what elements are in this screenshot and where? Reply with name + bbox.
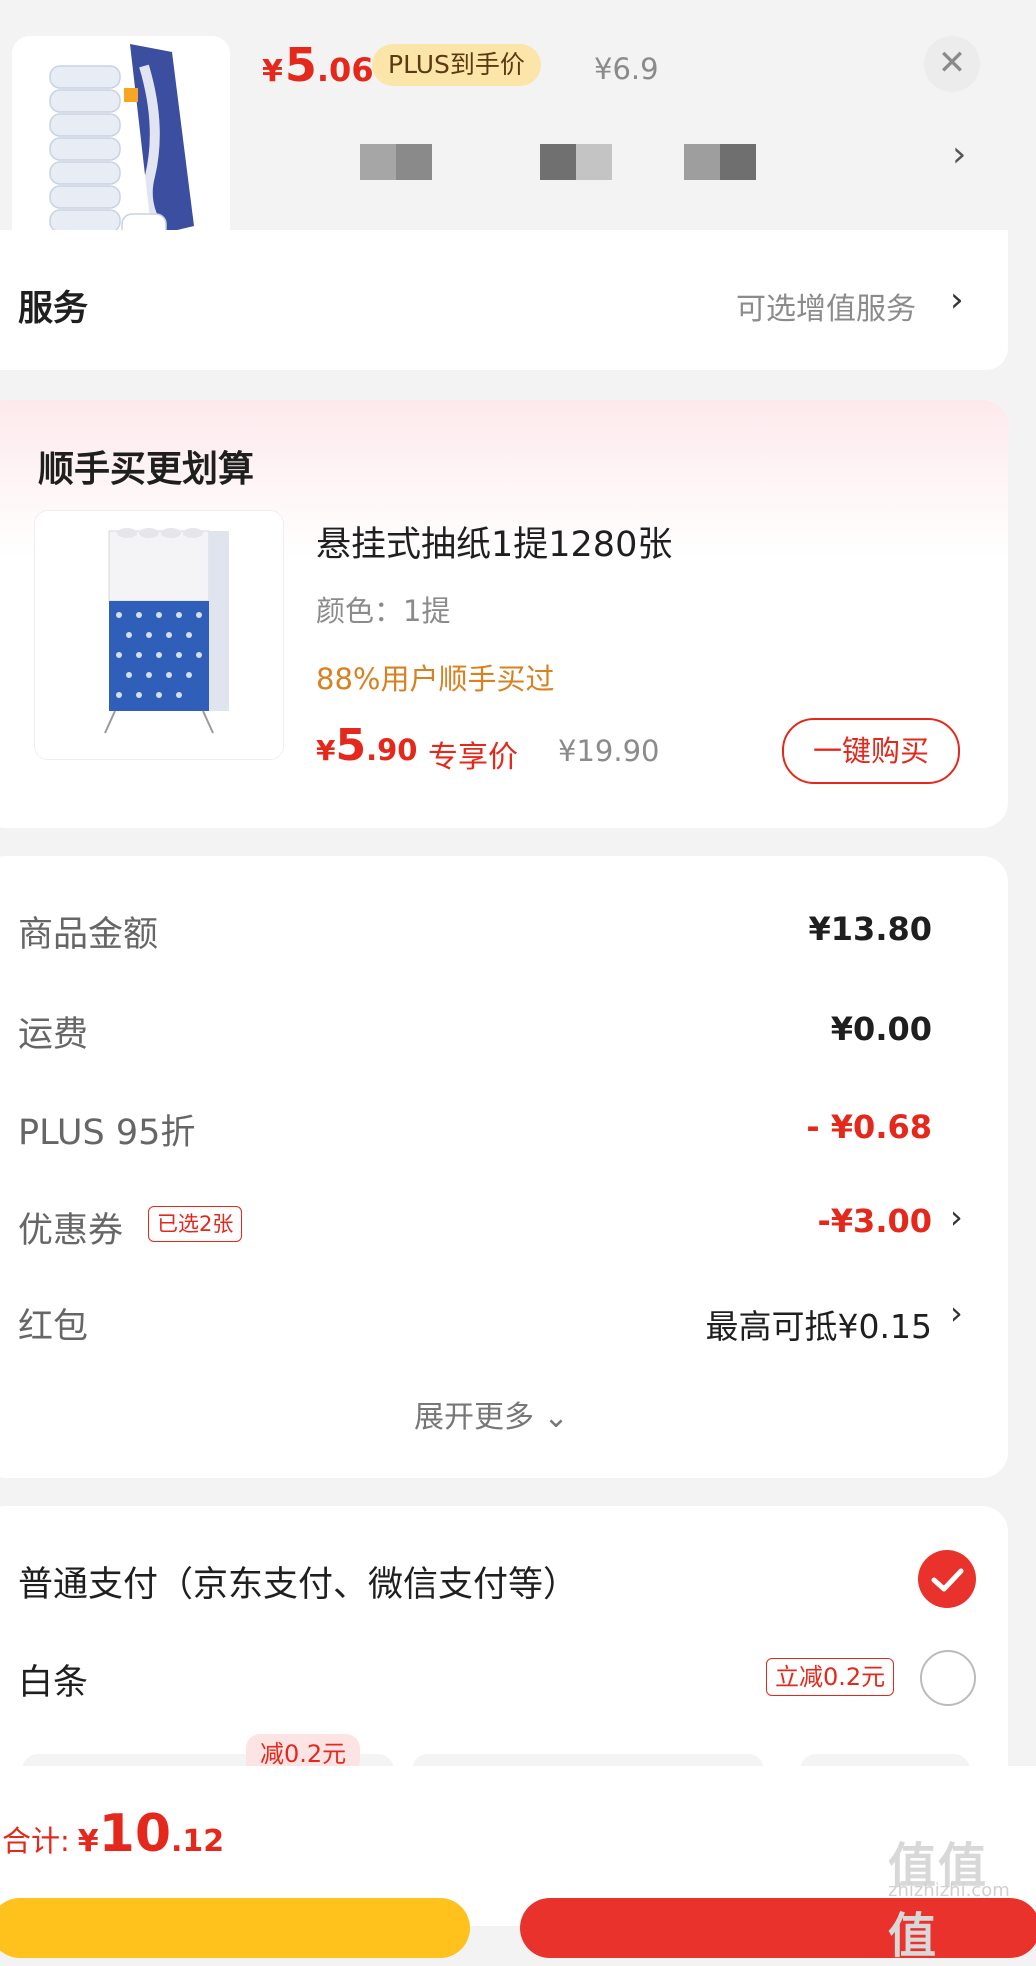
price-decimal: .90 xyxy=(366,733,418,767)
site-watermark-url: zhizhizhi.com xyxy=(888,1880,1010,1901)
total-decimal: .12 xyxy=(171,1824,225,1859)
service-label: 服务 xyxy=(18,289,89,329)
chevron-right-icon[interactable]: › xyxy=(950,1294,963,1332)
exclusive-price-label: 专享价 xyxy=(428,740,518,775)
price-decimal: .06 xyxy=(316,51,374,89)
check-icon xyxy=(931,1568,964,1592)
tissue-pack-image xyxy=(12,36,230,254)
shipping-value: ¥0.00 xyxy=(830,1010,932,1048)
total-integer: 10 xyxy=(98,1804,172,1864)
close-button[interactable]: ✕ xyxy=(924,36,980,92)
bundle-price: ¥ 5 .90 xyxy=(316,720,417,771)
currency-symbol: ¥ xyxy=(77,1824,99,1859)
close-icon: ✕ xyxy=(937,43,967,83)
bundle-tip: 88%用户顺手买过 xyxy=(316,662,555,696)
service-value[interactable]: 可选增值服务 xyxy=(736,284,916,328)
bundle-original-price: ¥19.90 xyxy=(558,734,660,768)
red-packet-value[interactable]: 最高可抵¥0.15 xyxy=(706,1300,932,1348)
order-total: 合计: ¥ 10 .12 xyxy=(2,1804,224,1864)
original-price: ¥6.9 xyxy=(594,52,659,86)
bundle-product-name[interactable]: 悬挂式抽纸1提1280张 xyxy=(316,516,672,567)
goods-amount-value: ¥13.80 xyxy=(808,910,932,948)
bundle-product-image[interactable] xyxy=(34,510,284,760)
plus-price-badge: PLUS到手价 xyxy=(372,44,541,86)
price-integer: 5 xyxy=(335,720,367,771)
baitiao-label[interactable]: 白条 xyxy=(18,1654,88,1705)
red-packet-label[interactable]: 红包 xyxy=(18,1298,88,1349)
bundle-title: 顺手买更划算 xyxy=(38,449,255,490)
baitiao-discount-tag: 立减0.2元 xyxy=(766,1658,895,1696)
coupon-value[interactable]: -¥3.00 xyxy=(818,1202,933,1240)
expand-more-link[interactable]: 展开更多 ⌄ xyxy=(414,1392,569,1436)
goods-amount-label: 商品金额 xyxy=(18,915,159,955)
sku-option[interactable] xyxy=(540,144,612,180)
plus-discount-value: - ¥0.68 xyxy=(806,1108,932,1146)
shipping-label: 运费 xyxy=(18,1015,89,1055)
chevron-right-icon[interactable]: › xyxy=(950,1198,963,1236)
hanging-tissue-image xyxy=(35,511,283,759)
chevron-right-icon[interactable]: › xyxy=(950,280,964,320)
secondary-action-button[interactable] xyxy=(0,1898,470,1958)
chevron-right-icon[interactable]: › xyxy=(952,134,966,175)
plus-discount-label: PLUS 95折 xyxy=(18,1113,196,1153)
normal-payment-label[interactable]: 普通支付（京东支付、微信支付等） xyxy=(18,1556,578,1607)
baitiao-radio[interactable] xyxy=(920,1650,976,1706)
total-label: 合计: xyxy=(2,1824,70,1858)
coupon-selected-tag: 已选2张 xyxy=(148,1206,243,1242)
normal-payment-radio[interactable] xyxy=(918,1550,976,1608)
sku-option[interactable] xyxy=(360,144,432,180)
sku-option[interactable] xyxy=(684,144,756,180)
coupon-label[interactable]: 优惠券 xyxy=(18,1202,123,1253)
currency-symbol: ¥ xyxy=(316,734,336,767)
currency-symbol: ¥ xyxy=(262,54,283,89)
price-integer: 5 xyxy=(284,38,317,92)
bundle-spec: 颜色：1提 xyxy=(316,594,451,628)
one-click-buy-button[interactable]: 一键购买 xyxy=(782,718,960,784)
plus-price: ¥ 5 .06 xyxy=(262,38,374,92)
product-thumbnail[interactable] xyxy=(12,36,230,254)
